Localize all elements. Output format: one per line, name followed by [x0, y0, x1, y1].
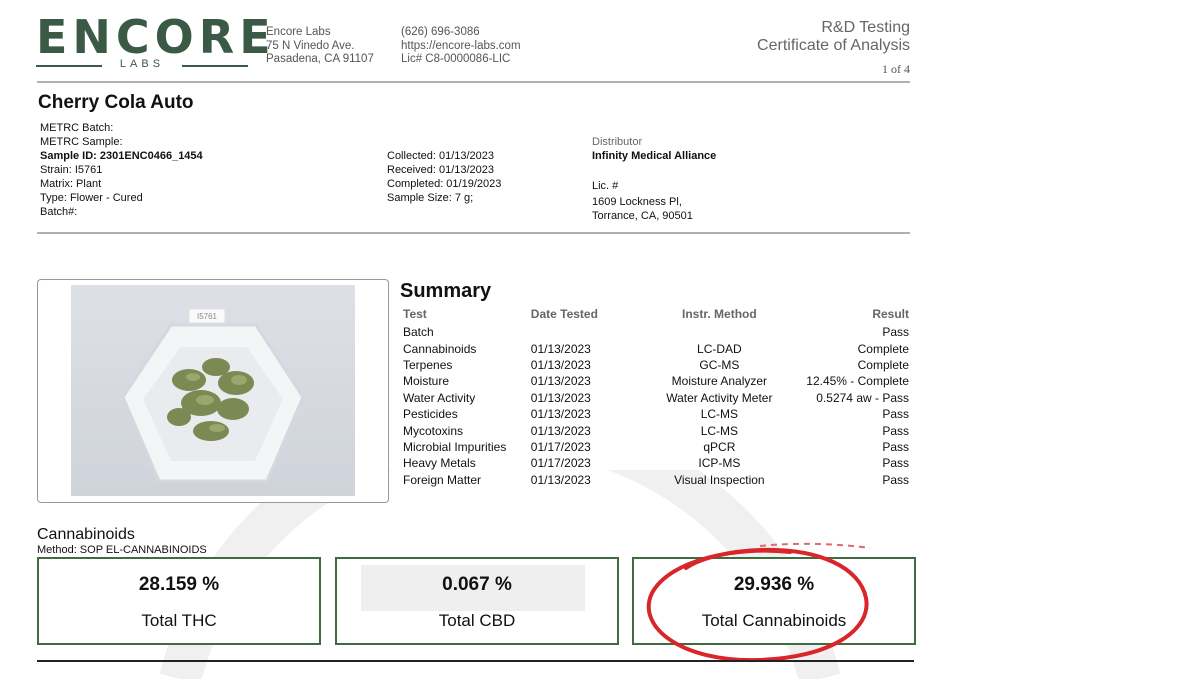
product-title: Cherry Cola Auto: [38, 92, 194, 113]
summary-row: Terpenes 01/13/2023 GC-MS Complete: [403, 357, 909, 372]
lab-license: Lic# C8-0000086-LIC: [401, 53, 511, 65]
summary-header-row: Test Date Tested Instr. Method Result: [403, 307, 909, 321]
page-number: 1 of 4: [882, 62, 910, 76]
lab-phone: (626) 696-3086: [401, 26, 480, 38]
sample-info-left: METRC Batch: METRC Sample: Sample ID: 2301…: [40, 121, 203, 219]
cannabinoids-method: Method: SOP EL-CANNABINOIDS: [37, 544, 207, 556]
sample-info-row: METRC Sample:: [40, 136, 123, 148]
summary-row: Water Activity 01/13/2023 Water Activity M…: [403, 390, 909, 405]
summary-row: Foreign Matter 01/13/2023 Visual Inspectio…: [403, 472, 909, 487]
summary-row: Microbial Impurities 01/17/2023 qPCR Pass: [403, 439, 909, 454]
cannabinoids-title: Cannabinoids: [37, 526, 135, 543]
sample-photo-frame: I5761: [37, 279, 389, 503]
logo-wordmark: ENCORE: [36, 10, 276, 64]
info-divider: [37, 232, 910, 234]
total-thc-label: Total THC: [141, 611, 217, 630]
sample-info-row: METRC Batch:: [40, 122, 114, 134]
report-title: R&D Testing Certificate of Analysis: [757, 19, 910, 54]
distributor-name: Infinity Medical Alliance: [592, 150, 717, 162]
sample-dates: Collected: 01/13/2023 Received: 01/13/20…: [387, 150, 502, 204]
footer-divider: [37, 660, 914, 662]
total-thc-value: 28.159 %: [138, 574, 220, 595]
summary-row: Mycotoxins 01/13/2023 LC-MS Pass: [403, 423, 909, 438]
sample-info-row: Batch#:: [40, 206, 78, 218]
summary-row: Pesticides 01/13/2023 LC-MS Pass: [403, 407, 909, 422]
header-divider: [37, 81, 910, 83]
sample-info-row: Strain: I5761: [40, 164, 103, 176]
sample-info-row: Type: Flower - Cured: [40, 192, 143, 204]
svg-text:I5761: I5761: [197, 312, 218, 321]
sample-photo-illustration: I5761: [121, 308, 305, 483]
summary-row: Moisture 01/13/2023 Moisture Analyzer 12.45…: [403, 374, 909, 389]
summary-row: Cannabinoids 01/13/2023 LC-DAD Complete: [403, 341, 909, 356]
summary-table: Test Date Tested Instr. Method Result Ba…: [400, 304, 912, 488]
sample-info-row: Matrix: Plant: [40, 178, 102, 190]
total-cbd-value: 0.067 %: [442, 574, 512, 595]
summary-row: Heavy Metals 01/17/2023 ICP-MS Pass: [403, 456, 909, 471]
sample-photo: I5761: [71, 285, 355, 496]
lab-contact: (626) 696-3086 https://encore-labs.com L…: [401, 26, 521, 67]
sample-info-row: Sample ID: 2301ENC0466_1454: [40, 150, 203, 162]
total-thc-box: 28.159 % Total THC: [37, 557, 321, 645]
lab-website-link[interactable]: https://encore-labs.com: [401, 40, 521, 54]
summary-title: Summary: [400, 280, 492, 302]
lab-address: Encore Labs 75 N Vinedo Ave. Pasadena, C…: [266, 26, 374, 65]
logo-subtitle: LABS: [36, 58, 248, 72]
summary-row: Batch Pass: [403, 325, 909, 340]
total-cbd-label: Total CBD: [438, 611, 516, 630]
distributor-info: Distributor Infinity Medical Alliance Li…: [592, 136, 717, 222]
red-circle-annotation: [646, 542, 871, 663]
total-cbd-box: 0.067 % Total CBD: [335, 557, 619, 645]
